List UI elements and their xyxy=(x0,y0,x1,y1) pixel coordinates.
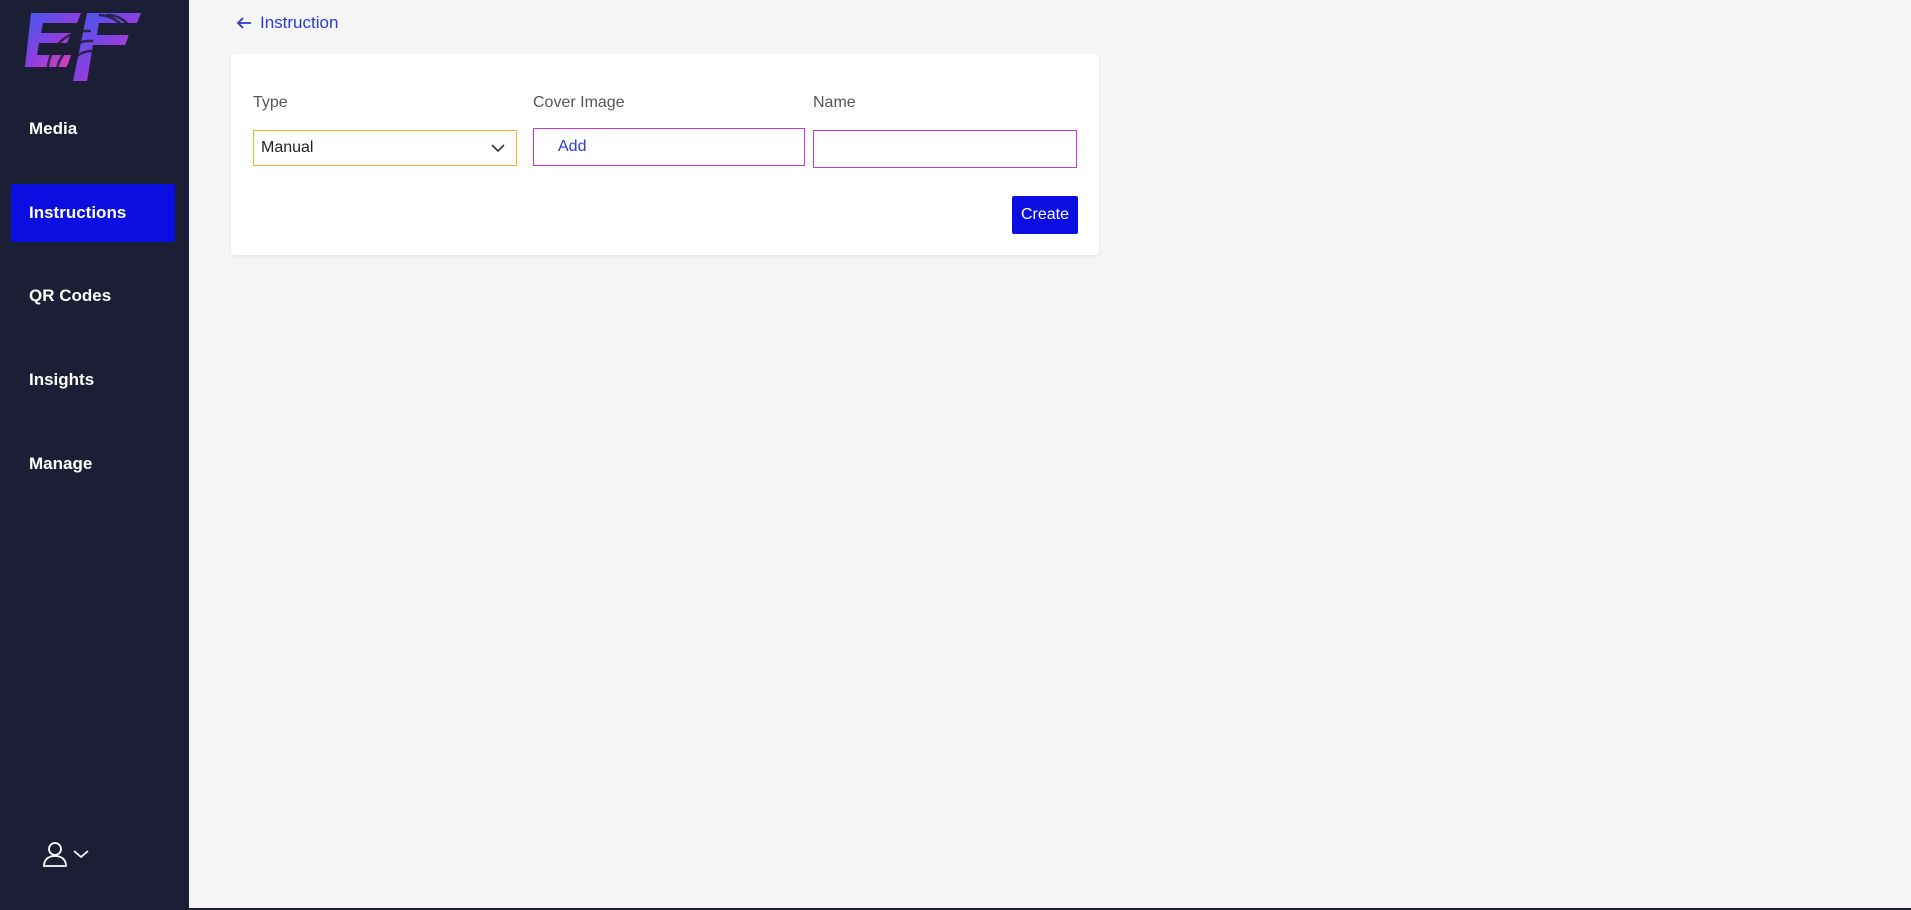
sidebar: Media Instructions QR Codes Insights Man… xyxy=(0,0,189,910)
chevron-down-icon xyxy=(73,850,89,859)
name-label: Name xyxy=(813,94,856,111)
cover-image-label: Cover Image xyxy=(533,94,625,111)
create-button[interactable]: Create xyxy=(1012,196,1078,234)
arrow-left-icon xyxy=(236,17,251,29)
type-select-value: Manual xyxy=(261,139,314,156)
create-instruction-card: Type Cover Image Name Manual Add Create xyxy=(231,54,1099,255)
logo[interactable] xyxy=(21,11,142,82)
sidebar-item-qr-codes[interactable]: QR Codes xyxy=(11,267,175,325)
cover-image-add-button[interactable]: Add xyxy=(533,128,805,166)
back-link-label: Instruction xyxy=(260,13,339,32)
sidebar-item-media[interactable]: Media xyxy=(11,100,175,158)
type-label: Type xyxy=(253,94,288,111)
sidebar-item-label: Instructions xyxy=(29,203,127,222)
sidebar-item-instructions[interactable]: Instructions xyxy=(11,184,175,242)
chevron-down-icon xyxy=(491,144,505,153)
user-menu[interactable] xyxy=(42,838,94,870)
sidebar-item-label: Insights xyxy=(29,370,95,389)
sidebar-item-manage[interactable]: Manage xyxy=(11,435,175,493)
back-link[interactable]: Instruction xyxy=(236,12,338,34)
sidebar-item-label: Manage xyxy=(29,454,93,473)
name-input[interactable] xyxy=(813,130,1077,168)
ef-logo-icon xyxy=(25,13,141,82)
user-icon xyxy=(43,842,67,867)
sidebar-item-insights[interactable]: Insights xyxy=(11,351,175,409)
type-select[interactable]: Manual xyxy=(253,130,517,166)
sidebar-item-label: Media xyxy=(29,119,78,138)
cover-image-add-label: Add xyxy=(558,138,587,155)
sidebar-item-label: QR Codes xyxy=(29,286,112,305)
app-root: Media Instructions QR Codes Insights Man… xyxy=(0,0,1911,910)
